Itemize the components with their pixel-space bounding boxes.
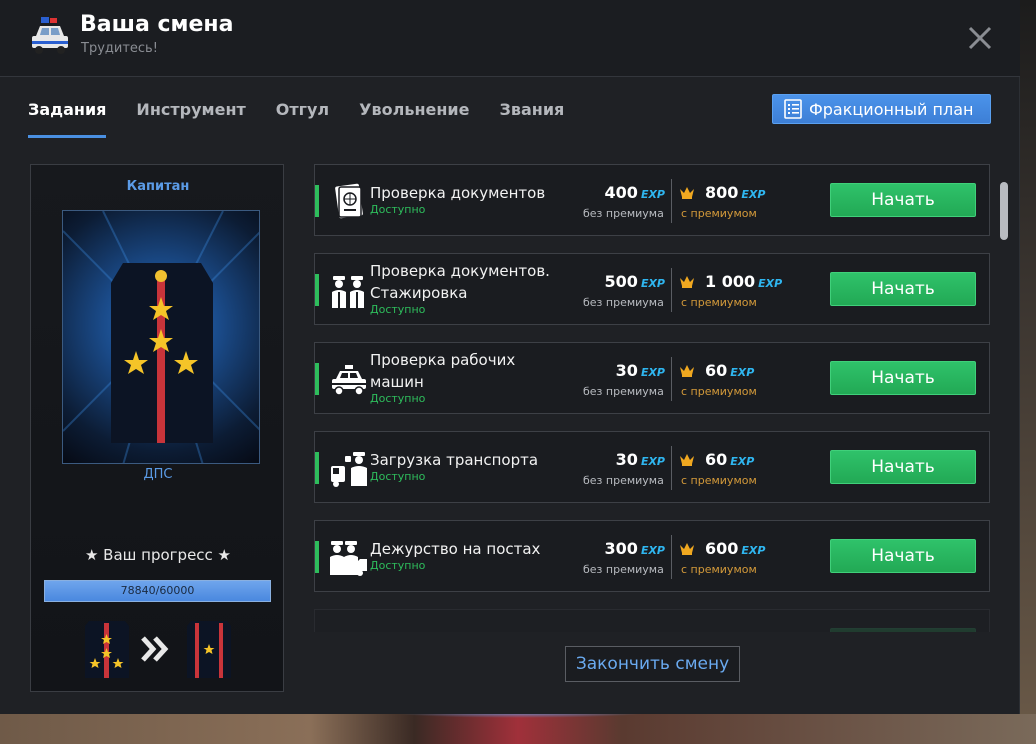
rank-panel: Капитан ДПС ★ Ваш прогресс ★ 78840/60000 xyxy=(30,164,284,692)
no-premium-caption: без премиума xyxy=(583,563,664,576)
background-floor xyxy=(0,714,1036,744)
no-premium-caption: без премиума xyxy=(583,296,664,309)
with-premium-caption: с премиумом xyxy=(681,474,757,487)
exp-premium: 60 EXP xyxy=(705,361,755,380)
officers-icon xyxy=(332,276,364,308)
background-edge xyxy=(1020,0,1036,744)
task-accent xyxy=(315,452,319,484)
police-car-icon xyxy=(32,17,68,54)
page-subtitle: Трудитесь! xyxy=(81,41,158,56)
start-button-partial xyxy=(830,628,976,632)
rank-transition xyxy=(85,621,231,678)
shift-window: Ваша смена Трудитесь! Задания Инструмент… xyxy=(0,0,1020,714)
task-item: Проверка документов Доступно 400 EXP без … xyxy=(314,164,990,236)
divider xyxy=(671,268,672,312)
task-status: Доступно xyxy=(370,303,426,316)
task-name: Дежурство на постах xyxy=(370,540,541,558)
crown-icon xyxy=(680,187,694,199)
no-premium-caption: без премиума xyxy=(583,207,664,220)
divider xyxy=(671,179,672,223)
passport-icon xyxy=(335,183,363,219)
crown-icon xyxy=(680,454,694,466)
task-status: Доступно xyxy=(370,203,426,216)
faction-plan-button[interactable]: Фракционный план xyxy=(772,94,991,124)
exp-premium: 60 EXP xyxy=(705,450,755,469)
task-name: Загрузка транспорта xyxy=(370,451,539,469)
rank-insignia-card xyxy=(62,210,260,464)
faction-plan-label: Фракционный план xyxy=(809,99,974,119)
rank-progress-bar: 78840/60000 xyxy=(44,580,271,602)
rank-department: ДПС xyxy=(143,467,173,482)
exp-free: 500 EXP xyxy=(604,272,665,291)
divider xyxy=(671,535,672,579)
task-accent xyxy=(315,274,319,306)
exp-premium: 800 EXP xyxy=(705,183,766,202)
exp-free: 400 EXP xyxy=(604,183,665,202)
divider xyxy=(671,446,672,490)
task-item: Дежурство на постах Доступно 300 EXP без … xyxy=(314,520,990,592)
task-list: Проверка документов Доступно 400 EXP без … xyxy=(314,164,990,632)
divider xyxy=(671,357,672,401)
start-button[interactable]: Начать xyxy=(830,183,976,217)
page-title: Ваша смена xyxy=(80,12,234,37)
with-premium-caption: с премиумом xyxy=(681,385,757,398)
task-accent xyxy=(315,185,319,217)
tab-day-off[interactable]: Отгул xyxy=(276,100,329,138)
close-icon[interactable] xyxy=(964,22,996,54)
exp-free: 30 EXP xyxy=(615,450,665,469)
tab-tasks[interactable]: Задания xyxy=(28,100,107,138)
no-premium-caption: без премиума xyxy=(583,474,664,487)
crown-icon xyxy=(680,276,694,288)
crown-icon xyxy=(680,365,694,377)
police-car-icon xyxy=(332,365,366,396)
task-name: Проверка документов xyxy=(370,184,546,202)
task-item: Проверка рабочих машин Доступно 30 EXP бе… xyxy=(314,342,990,414)
current-rank-strap-icon xyxy=(85,621,129,678)
task-accent xyxy=(315,541,319,573)
chevron-right-icon xyxy=(141,636,169,662)
exp-premium: 600 EXP xyxy=(705,539,766,558)
exp-free: 300 EXP xyxy=(604,539,665,558)
with-premium-caption: с премиумом xyxy=(681,563,757,576)
task-status: Доступно xyxy=(370,470,426,483)
tab-bar: Задания Инструмент Отгул Увольнение Зван… xyxy=(28,100,594,140)
checklist-icon xyxy=(784,99,802,119)
patrol-post-icon xyxy=(330,541,367,576)
tab-resignation[interactable]: Увольнение xyxy=(359,100,469,138)
task-list-scrollbar[interactable] xyxy=(1000,182,1008,240)
task-status: Доступно xyxy=(370,559,426,572)
rank-title: Капитан xyxy=(126,179,190,194)
task-item-partial xyxy=(314,609,990,632)
with-premium-caption: с премиумом xyxy=(681,296,757,309)
task-item: Загрузка транспорта Доступно 30 EXP без п… xyxy=(314,431,990,503)
task-name: Проверка документов. Стажировка xyxy=(370,262,550,302)
task-name: Проверка рабочих машин xyxy=(370,351,516,391)
tab-ranks[interactable]: Звания xyxy=(499,100,564,138)
task-accent xyxy=(315,363,319,395)
progress-text: 78840/60000 xyxy=(120,584,195,597)
start-button[interactable]: Начать xyxy=(830,361,976,395)
crown-icon xyxy=(680,543,694,555)
start-button[interactable]: Начать xyxy=(830,272,976,306)
tow-officer-icon xyxy=(331,452,367,487)
task-status: Доступно xyxy=(370,392,426,405)
shoulder-strap-icon xyxy=(111,263,213,443)
next-rank-strap-icon xyxy=(187,621,231,678)
progress-label: ★ Ваш прогресс ★ xyxy=(84,546,232,564)
task-item: Проверка документов. Стажировка Доступно… xyxy=(314,253,990,325)
no-premium-caption: без премиума xyxy=(583,385,664,398)
start-button[interactable]: Начать xyxy=(830,450,976,484)
finish-shift-button[interactable]: Закончить смену xyxy=(565,646,740,682)
tab-tools[interactable]: Инструмент xyxy=(136,100,245,138)
exp-premium: 1 000 EXP xyxy=(705,272,783,291)
start-button[interactable]: Начать xyxy=(830,539,976,573)
exp-free: 30 EXP xyxy=(615,361,665,380)
with-premium-caption: с премиумом xyxy=(681,207,757,220)
window-header: Ваша смена Трудитесь! xyxy=(0,0,1020,77)
